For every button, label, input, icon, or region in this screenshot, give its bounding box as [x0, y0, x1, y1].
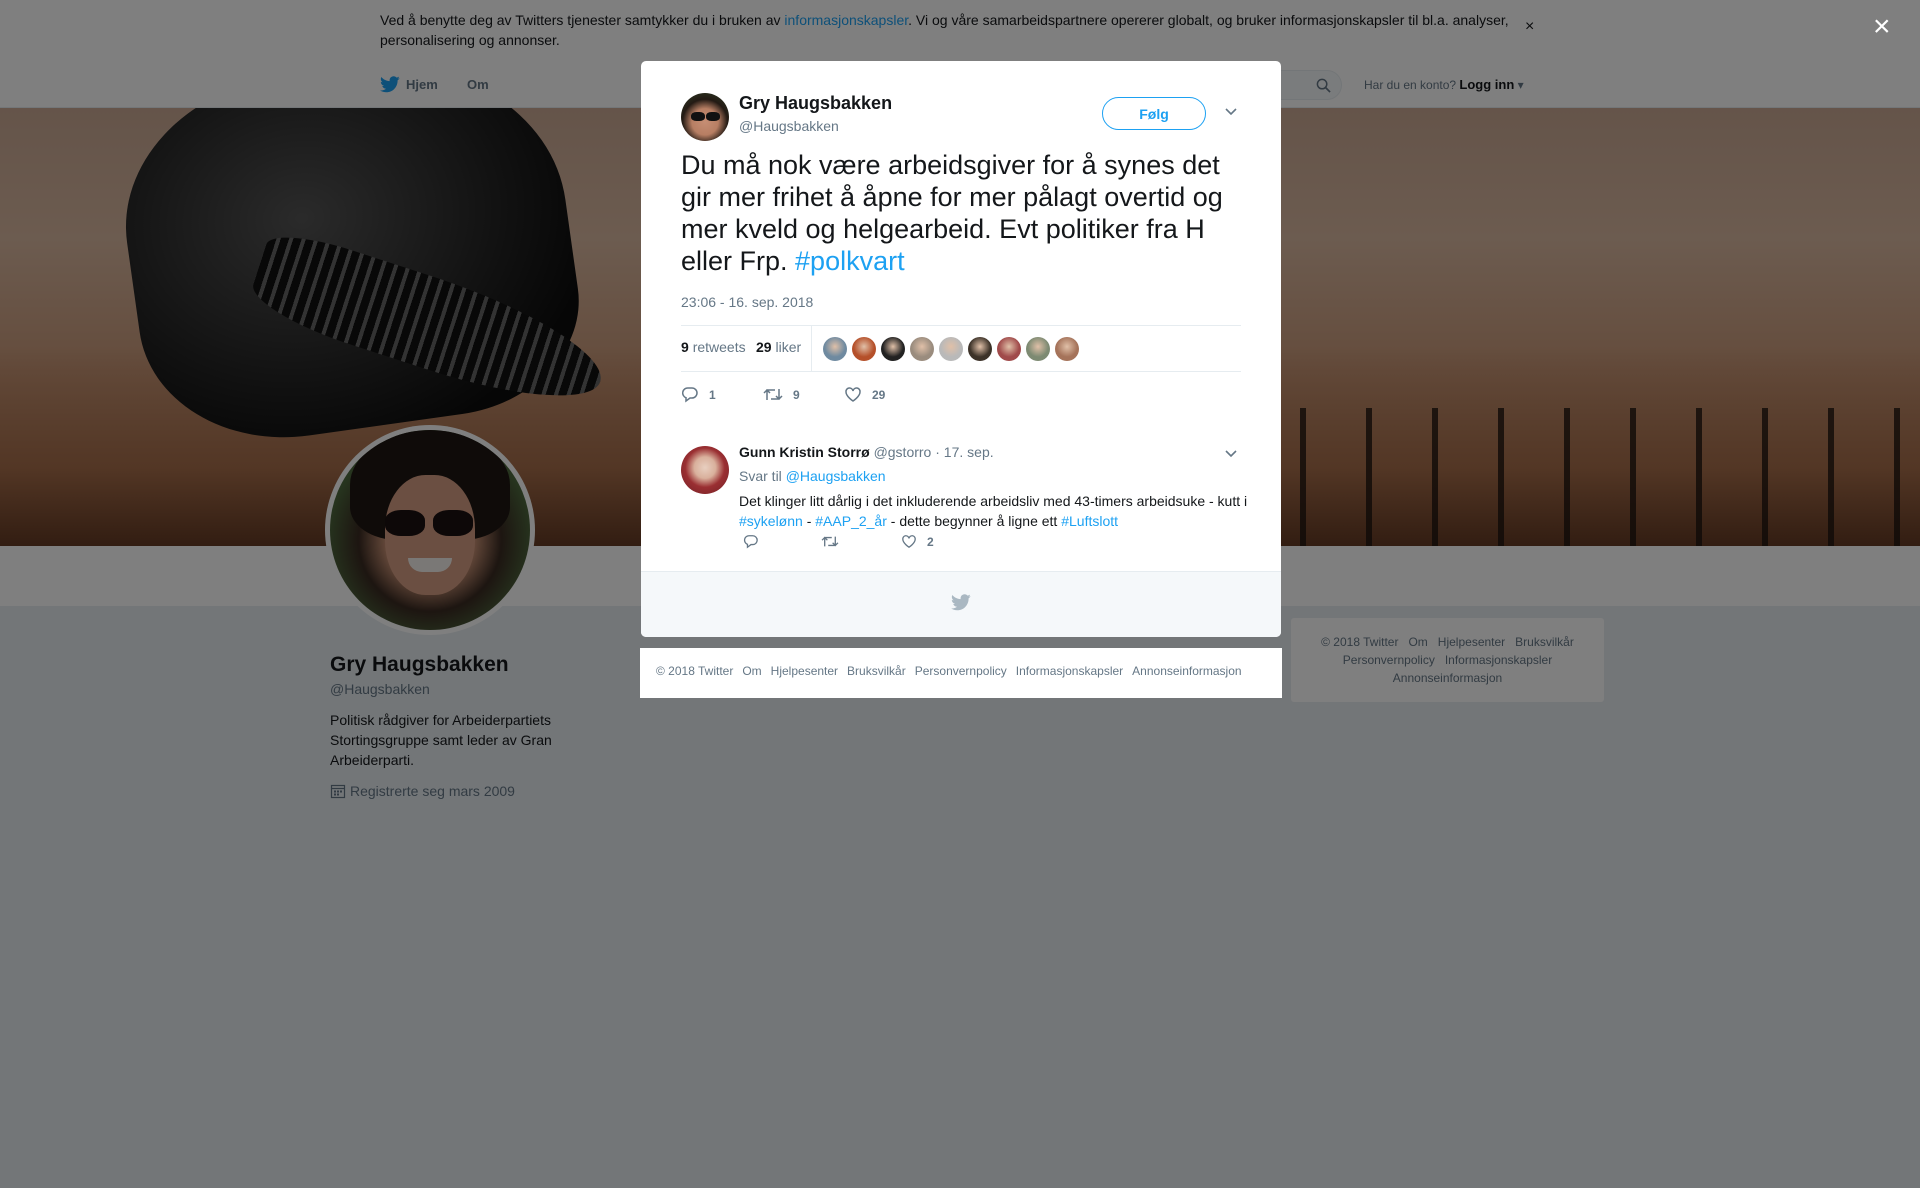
follow-button[interactable]: Følg — [1102, 97, 1206, 130]
reply-hashtag-2[interactable]: #AAP_2_år — [815, 513, 887, 529]
tweet-author-avatar[interactable] — [681, 93, 729, 141]
reply-like-action[interactable]: 2 — [901, 534, 934, 549]
retweets-count: 9 — [681, 339, 689, 355]
liker-avatar[interactable] — [910, 337, 934, 361]
retweets-label: retweets — [692, 339, 746, 355]
tweet-author-handle[interactable]: @Haugsbakken — [739, 118, 839, 134]
liker-avatar[interactable] — [1055, 337, 1079, 361]
reply-chevron-down-icon[interactable] — [1224, 449, 1238, 459]
close-icon[interactable]: × — [1873, 10, 1891, 44]
reply-text: Det klinger litt dårlig i det inkluderen… — [739, 491, 1249, 531]
likes-label: liker — [775, 339, 802, 355]
tweet-stats: 9 retweets 29 liker — [681, 325, 1241, 372]
liker-avatar[interactable] — [939, 337, 963, 361]
reply-author-avatar[interactable] — [681, 446, 729, 494]
heart-icon — [902, 535, 916, 549]
footer-link-privacy[interactable]: Personvernpolicy — [915, 664, 1007, 678]
footer-link-help[interactable]: Hjelpesenter — [771, 664, 838, 678]
reply-icon — [681, 387, 698, 403]
likers-avatars — [823, 337, 1079, 361]
reply-author-handle[interactable]: @gstorro — [874, 444, 932, 460]
reply-date[interactable]: · 17. sep. — [935, 444, 993, 460]
reply-retweet-action[interactable] — [821, 534, 839, 549]
like-action[interactable]: 29 — [844, 386, 885, 403]
retweet-icon — [821, 536, 839, 547]
tweet-hashtag[interactable]: #polkvart — [795, 246, 905, 276]
chevron-down-icon[interactable] — [1224, 107, 1238, 117]
heart-icon — [845, 387, 861, 402]
reply-to-label: Svar til — [739, 468, 782, 484]
likes-count: 29 — [756, 339, 772, 355]
liker-avatar[interactable] — [997, 337, 1021, 361]
tweet-timestamp[interactable]: 23:06 - 16. sep. 2018 — [681, 294, 813, 310]
reply-to-handle[interactable]: @Haugsbakken — [786, 468, 886, 484]
likes-stat[interactable]: 29 liker — [756, 339, 801, 355]
twitter-bird-icon — [951, 594, 971, 611]
reply-text-1: Det klinger litt dårlig i det inkluderen… — [739, 493, 1248, 509]
tweet-author-name[interactable]: Gry Haugsbakken — [739, 93, 892, 114]
reply-author-name[interactable]: Gunn Kristin Storrø — [739, 444, 870, 460]
liker-avatar[interactable] — [881, 337, 905, 361]
retweet-icon — [763, 388, 783, 401]
retweet-action[interactable]: 9 — [763, 386, 800, 403]
reply-actions: 2 — [739, 534, 1139, 554]
tweet-text-body: Du må nok være arbeidsgiver for å synes … — [681, 150, 1223, 276]
retweet-count: 9 — [793, 387, 800, 402]
tweet-actions: 1 9 29 — [681, 386, 1241, 410]
liker-avatar[interactable] — [852, 337, 876, 361]
modal-footer — [641, 571, 1281, 637]
footer-link-about[interactable]: Om — [742, 664, 761, 678]
reply-hashtag-3[interactable]: #Luftslott — [1061, 513, 1118, 529]
liker-avatar[interactable] — [968, 337, 992, 361]
reply-tweet[interactable]: Gunn Kristin Storrø @gstorro · 17. sep. … — [641, 436, 1281, 571]
retweets-stat[interactable]: 9 retweets — [681, 339, 746, 355]
tweet-text: Du må nok være arbeidsgiver for å synes … — [681, 149, 1247, 277]
like-count: 29 — [872, 387, 886, 402]
stats-divider — [811, 326, 812, 372]
modal-footer-links: © 2018 Twitter Om Hjelpesenter Bruksvilkår P… — [640, 648, 1282, 698]
footer-link-terms[interactable]: Bruksvilkår — [847, 664, 906, 678]
reply-action[interactable]: 1 — [681, 386, 716, 403]
reply-like-count: 2 — [927, 534, 934, 549]
tweet-modal: Gry Haugsbakken @Haugsbakken Følg Du må … — [641, 61, 1281, 637]
reply-header: Gunn Kristin Storrø @gstorro · 17. sep. — [739, 444, 994, 460]
reply-hashtag-1[interactable]: #sykelønn — [739, 513, 803, 529]
reply-count: 1 — [709, 387, 716, 402]
liker-avatar[interactable] — [823, 337, 847, 361]
reply-text-2: - — [802, 513, 816, 529]
footer-copyright: © 2018 Twitter — [656, 664, 734, 678]
reply-icon — [743, 535, 758, 549]
liker-avatar[interactable] — [1026, 337, 1050, 361]
reply-reply-action[interactable] — [743, 534, 759, 549]
reply-to: Svar til @Haugsbakken — [739, 468, 886, 484]
footer-link-ads[interactable]: Annonseinformasjon — [1132, 664, 1241, 678]
reply-text-3: - dette begynner å ligne ett — [886, 513, 1062, 529]
footer-link-cookies[interactable]: Informasjonskapsler — [1016, 664, 1123, 678]
